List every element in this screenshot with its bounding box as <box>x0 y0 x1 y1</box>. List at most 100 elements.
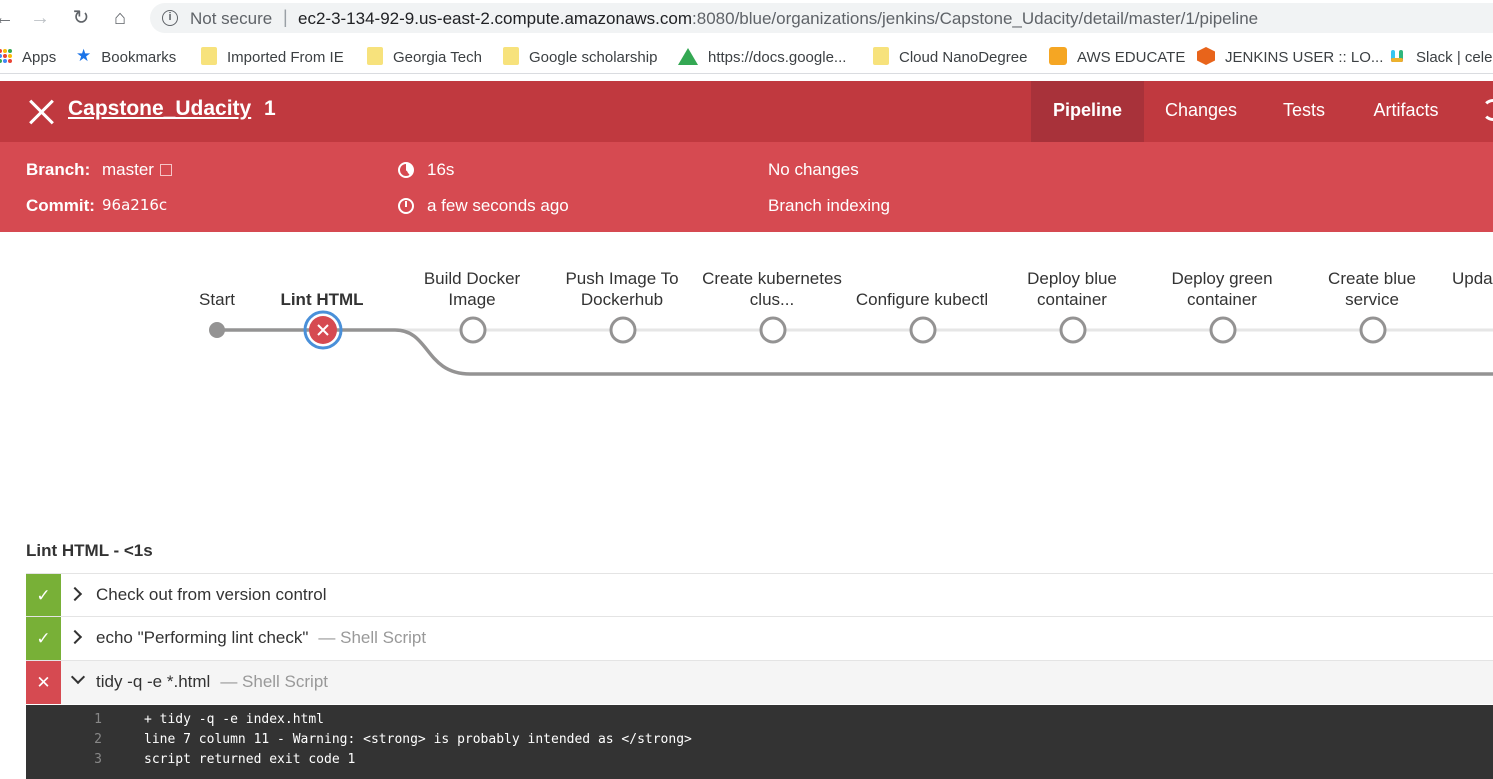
log-line-number[interactable]: 2 <box>26 732 102 747</box>
branch-label: Branch: <box>26 160 91 179</box>
clock-icon <box>398 198 414 214</box>
bookmark-aws-educate[interactable]: AWS EDUCATE <box>1049 47 1185 69</box>
address-separator: | <box>283 7 288 27</box>
log-line-number[interactable]: 1 <box>26 712 102 727</box>
tab-tests[interactable]: Tests <box>1258 81 1350 142</box>
bookmark-google-scholarship[interactable]: Google scholarship <box>503 47 657 69</box>
back-arrow-icon[interactable]: ← <box>0 6 16 30</box>
jenkins-icon <box>1197 47 1215 66</box>
close-icon[interactable] <box>28 99 54 125</box>
bookmark-label: Imported From IE <box>227 49 344 66</box>
bookmark-label: Slack | celeb <box>1416 49 1493 66</box>
pipeline-nodes <box>209 310 1387 350</box>
forward-arrow-icon[interactable]: → <box>28 6 52 30</box>
duration-value: 16s <box>427 160 455 179</box>
log-line-text: script returned exit code 1 <box>144 752 356 767</box>
stage-node-push-image[interactable] <box>609 316 637 344</box>
folder-icon <box>201 47 217 66</box>
info-icon[interactable]: i <box>162 10 178 26</box>
bookmark-apps[interactable]: Apps <box>0 47 56 69</box>
log-line: 2 line 7 column 11 - Warning: <strong> i… <box>26 732 1493 752</box>
url-host: ec2-3-134-92-9.us-east-2.compute.amazona… <box>298 9 693 28</box>
bookmark-jenkins-user[interactable]: JENKINS USER :: LO... <box>1197 47 1383 69</box>
bookmark-cloud-nanodegree[interactable]: Cloud NanoDegree <box>873 47 1027 69</box>
bookmark-label: Georgia Tech <box>393 49 482 66</box>
bookmark-label: Google scholarship <box>529 49 658 66</box>
bookmark-georgia-tech[interactable]: Georgia Tech <box>367 47 482 69</box>
step-name: echo "Performing lint check" — Shell Scri… <box>96 628 426 648</box>
bookmark-imported-from-ie[interactable]: Imported From IE <box>201 47 344 69</box>
step-command: Check out from version control <box>96 585 327 604</box>
changes-value: No changes <box>768 160 859 179</box>
tab-artifacts[interactable]: Artifacts <box>1350 81 1462 142</box>
rerun-icon[interactable] <box>1482 99 1493 121</box>
bookmark-label: Apps <box>22 49 57 66</box>
start-node <box>209 322 225 338</box>
failed-status-cell: ✕ <box>26 661 61 704</box>
tab-changes[interactable]: Changes <box>1144 81 1258 142</box>
step-row-checkout[interactable]: ✓ Check out from version control <box>26 573 1493 617</box>
stage-node-lint-html[interactable] <box>303 310 343 350</box>
reload-icon[interactable]: ↻ <box>69 6 93 30</box>
browser-toolbar: ← → ↻ ⌂ i Not secure | ec2-3-134-92-9.us… <box>0 0 1493 36</box>
log-line-text: + tidy -q -e index.html <box>144 712 325 727</box>
bookmark-google-docs[interactable]: https://docs.google... <box>678 47 846 69</box>
step-row-tidy[interactable]: ✕ tidy -q -e *.html — Shell Script <box>26 660 1493 704</box>
commit-value[interactable]: 96a216c <box>102 196 167 214</box>
step-name: tidy -q -e *.html — Shell Script <box>96 672 328 692</box>
log-line: 1 + tidy -q -e index.html <box>26 712 1493 732</box>
duration-icon <box>398 162 414 178</box>
run-number: 1 <box>264 97 276 120</box>
run-details: Branch: master Commit: 96a216c 16s a few… <box>0 142 1493 232</box>
apps-grid-icon <box>0 49 12 64</box>
stage-node-deploy-blue-container[interactable] <box>1059 316 1087 344</box>
stage-steps-title: Lint HTML - <1s <box>26 541 153 560</box>
bookmark-label: Bookmarks <box>101 49 177 66</box>
stage-node-create-kubernetes-cluster[interactable] <box>759 316 787 344</box>
step-name: Check out from version control <box>96 585 327 605</box>
bookmark-slack[interactable]: Slack | celeb <box>1388 47 1493 69</box>
security-label: Not secure <box>190 9 273 28</box>
url-text[interactable]: ec2-3-134-92-9.us-east-2.compute.amazona… <box>298 9 1258 29</box>
success-status-cell: ✓ <box>26 617 61 660</box>
bookmark-label: Cloud NanoDegree <box>899 49 1028 66</box>
stage-node-configure-kubectl[interactable] <box>909 316 937 344</box>
bookmarks-bar: Apps ★ Bookmarks Imported From IE Georgia… <box>0 42 1493 74</box>
bookmark-label: https://docs.google... <box>708 49 847 66</box>
job-name-link[interactable]: Capstone_Udacity <box>68 97 251 121</box>
step-command: tidy -q -e *.html <box>96 672 211 691</box>
check-icon: ✓ <box>36 586 51 605</box>
bookmark-label: AWS EDUCATE <box>1077 49 1186 66</box>
log-line-number[interactable]: 3 <box>26 752 102 767</box>
success-status-cell: ✓ <box>26 574 61 617</box>
address-bar[interactable]: i Not secure | ec2-3-134-92-9.us-east-2.… <box>150 3 1493 33</box>
chevron-down-icon[interactable] <box>70 669 86 685</box>
stage-node-build-docker-image[interactable] <box>459 316 487 344</box>
cause-value: Branch indexing <box>768 196 890 215</box>
step-row-echo[interactable]: ✓ echo "Performing lint check" — Shell Sc… <box>26 616 1493 660</box>
folder-icon <box>367 47 383 66</box>
stage-node-deploy-green-container[interactable] <box>1209 316 1237 344</box>
folder-icon <box>503 47 519 66</box>
step-type: — Shell Script <box>220 672 329 691</box>
stage-node-create-blue-service[interactable] <box>1359 316 1387 344</box>
commit-label: Commit: <box>26 196 95 215</box>
step-type: — Shell Script <box>318 628 427 647</box>
step-log-output: 1 + tidy -q -e index.html 2 line 7 colum… <box>26 705 1493 779</box>
drive-icon <box>678 47 698 65</box>
folder-icon <box>873 47 889 66</box>
chevron-right-icon[interactable] <box>67 586 83 602</box>
pipeline-graph: Start Lint HTML Build Docker Image Push … <box>0 232 1493 532</box>
bookmark-bookmarks[interactable]: ★ Bookmarks <box>76 46 177 69</box>
cross-icon: ✕ <box>36 673 51 692</box>
home-icon[interactable]: ⌂ <box>108 6 132 30</box>
tab-pipeline[interactable]: Pipeline <box>1031 81 1144 142</box>
bookmark-label: JENKINS USER :: LO... <box>1225 49 1384 66</box>
star-icon: ★ <box>76 46 92 66</box>
aws-icon <box>1049 47 1067 66</box>
branch-value[interactable]: master <box>102 160 172 180</box>
run-header: Capstone_Udacity 1 Pipeline Changes Test… <box>0 81 1493 142</box>
external-link-icon <box>159 164 172 176</box>
started-value: a few seconds ago <box>427 196 569 215</box>
chevron-right-icon[interactable] <box>67 629 83 645</box>
